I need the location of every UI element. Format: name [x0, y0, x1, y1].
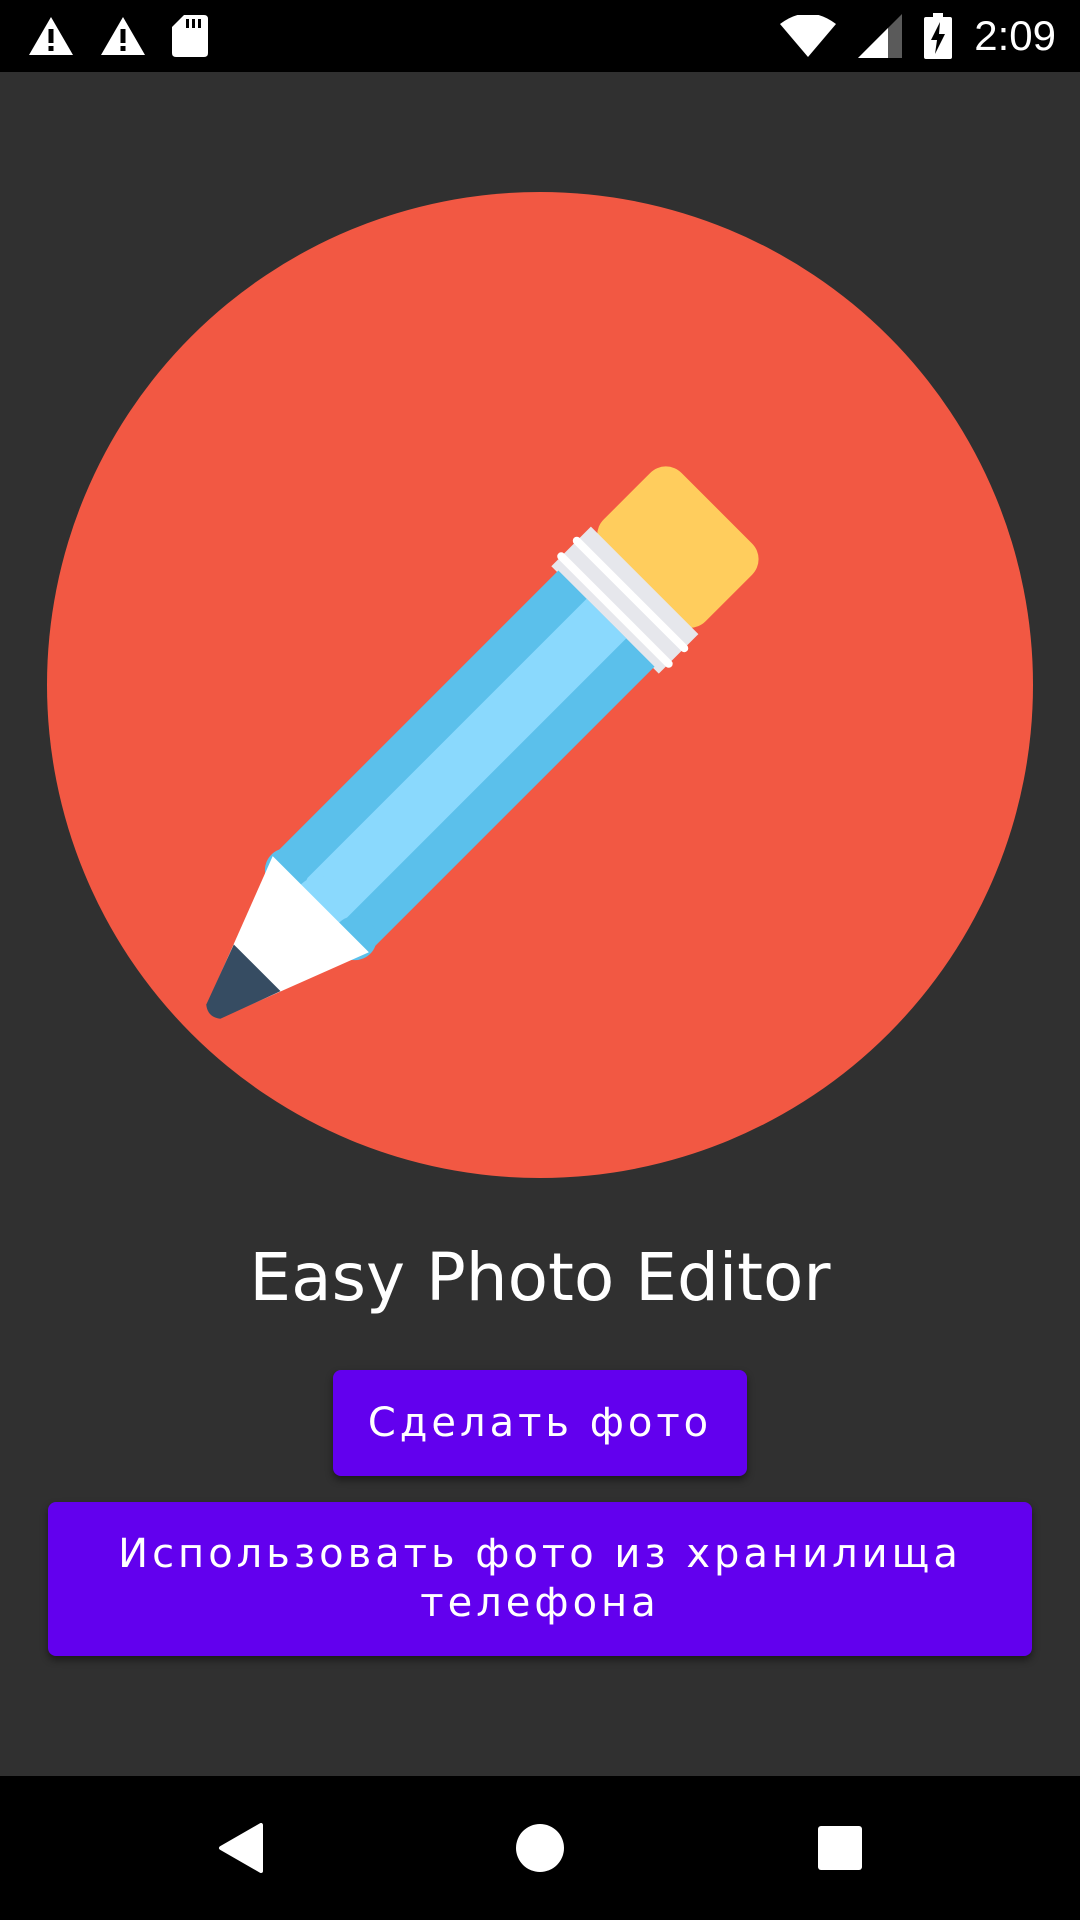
- sd-card-icon: [172, 15, 208, 57]
- recents-button[interactable]: [792, 1800, 888, 1896]
- status-notifications: [28, 12, 208, 60]
- app-title: Easy Photo Editor: [249, 1239, 831, 1316]
- warning-icon: [28, 16, 74, 56]
- pencil-icon: [47, 192, 1033, 1178]
- cell-signal-icon: [858, 14, 903, 58]
- status-bar: 2:09: [0, 0, 1080, 72]
- status-system: 2:09: [780, 12, 1056, 60]
- warning-icon: [100, 16, 146, 56]
- back-icon: [217, 1823, 263, 1873]
- take-photo-button[interactable]: Сделать фото: [333, 1370, 747, 1476]
- screen: 2:09 Easy Photo Editor Сделать фото Испо…: [0, 0, 1080, 1920]
- home-button[interactable]: [492, 1800, 588, 1896]
- recents-icon: [817, 1825, 863, 1871]
- status-time: 2:09: [974, 12, 1056, 59]
- home-icon: [515, 1823, 565, 1873]
- battery-charging-icon: [924, 13, 953, 59]
- wifi-icon: [780, 15, 837, 57]
- use-gallery-photo-button[interactable]: Использовать фото из хранилища телефона: [48, 1502, 1032, 1656]
- app-logo: [47, 192, 1033, 1178]
- navigation-bar: [0, 1776, 1080, 1920]
- back-button[interactable]: [192, 1800, 288, 1896]
